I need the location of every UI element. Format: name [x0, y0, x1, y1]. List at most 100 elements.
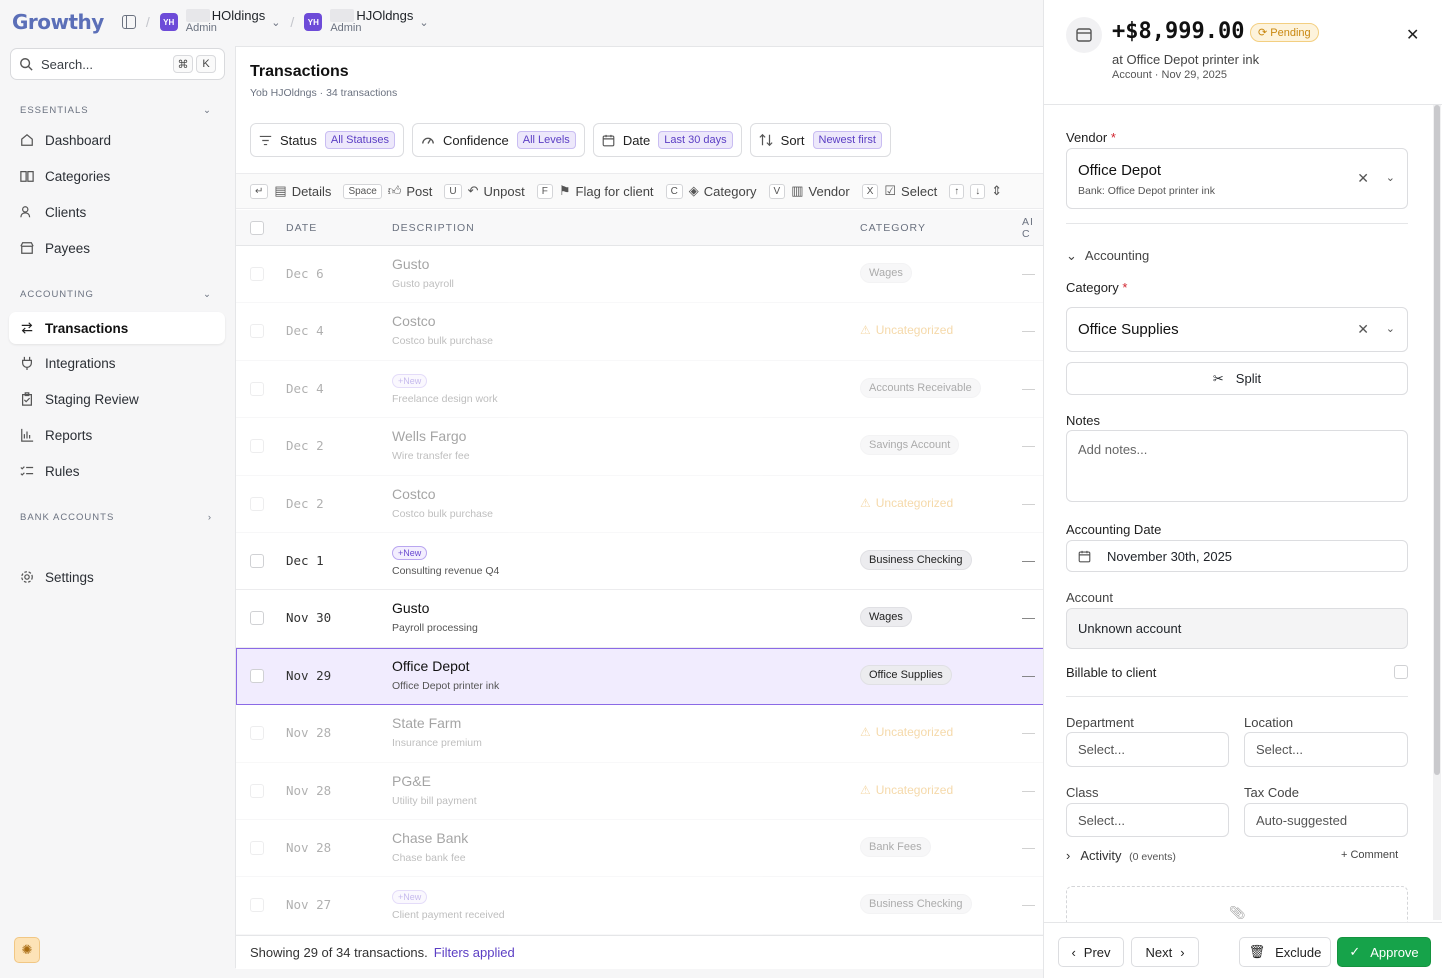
column-date[interactable]: DATE: [286, 222, 317, 234]
class-select[interactable]: Select...: [1066, 803, 1229, 837]
sidebar-item-staging-review[interactable]: Staging Review: [9, 383, 225, 415]
panel-scrollbar[interactable]: [1433, 105, 1441, 920]
row-checkbox[interactable]: [250, 783, 264, 798]
clear-icon[interactable]: ✕: [1357, 321, 1369, 338]
sidebar-item-settings[interactable]: Settings: [9, 561, 225, 593]
table-row[interactable]: Nov 28 State Farm Insurance premium ⚠ Uncate…: [236, 705, 1044, 763]
table-row[interactable]: Dec 2 Wells Fargo Wire transfer fee Savings…: [236, 418, 1044, 476]
table-row[interactable]: Nov 29 Office Depot Office Depot printer i…: [236, 647, 1044, 706]
row-category[interactable]: ⚠ Uncategorized: [860, 493, 953, 510]
sidebar-toggle-icon[interactable]: [121, 15, 136, 29]
sidebar-item-clients[interactable]: Clients: [9, 196, 225, 228]
department-select[interactable]: Select...: [1066, 732, 1229, 767]
table-row[interactable]: Dec 2 Costco Costco bulk purchase ⚠ Uncatego…: [236, 476, 1044, 533]
action-details[interactable]: ↵ ▤ Details: [250, 183, 331, 199]
row-checkbox[interactable]: [250, 496, 264, 511]
row-checkbox[interactable]: [250, 439, 264, 454]
clear-icon[interactable]: ✕: [1357, 170, 1369, 187]
split-button[interactable]: ✂ Split: [1066, 362, 1408, 395]
close-icon[interactable]: ✕: [1406, 25, 1419, 45]
category-select[interactable]: Office Supplies ✕ ⌄: [1066, 307, 1408, 352]
sidebar-item-dashboard[interactable]: Dashboard: [9, 124, 225, 156]
column-ai-confidence[interactable]: AI C: [1022, 216, 1044, 240]
select-all-checkbox[interactable]: [250, 221, 264, 235]
section-essentials[interactable]: ESSENTIALS ⌄: [0, 102, 234, 118]
row-checkbox[interactable]: [250, 726, 264, 741]
row-category[interactable]: Wages: [860, 263, 912, 283]
filter-confidence[interactable]: Confidence All Levels: [411, 123, 585, 157]
row-checkbox[interactable]: [250, 267, 264, 281]
row-category[interactable]: Wages: [860, 607, 912, 628]
table-row[interactable]: Dec 4 Costco Costco bulk purchase ⚠ Uncatego…: [236, 303, 1044, 361]
row-category[interactable]: ⚠ Uncategorized: [860, 320, 953, 337]
table-row[interactable]: Dec 1 +New Consulting revenue Q4 Business C…: [236, 533, 1044, 591]
org-switcher-2[interactable]: YH HJOldngs Admin ⌄: [304, 9, 429, 35]
row-category[interactable]: Savings Account: [860, 435, 960, 456]
tax-code-select[interactable]: Auto-suggested: [1244, 803, 1408, 837]
sidebar-item-transactions[interactable]: Transactions: [9, 312, 225, 344]
action-vendor[interactable]: V ▥ Vendor: [768, 183, 850, 199]
add-comment-button[interactable]: + Comment: [1341, 849, 1398, 861]
row-checkbox[interactable]: [250, 381, 264, 396]
row-checkbox[interactable]: [250, 324, 264, 339]
sidebar-item-integrations[interactable]: Integrations: [9, 347, 225, 379]
column-category[interactable]: CATEGORY: [860, 222, 926, 234]
org-switcher-1[interactable]: YH HOldings Admin ⌄: [159, 8, 280, 35]
vendor-select[interactable]: Office Depot Bank: Office Depot printer …: [1066, 148, 1408, 209]
billable-checkbox[interactable]: [1394, 665, 1408, 679]
table-row[interactable]: Dec 6 Gusto Gusto payroll Wages —: [236, 246, 1044, 304]
row-category[interactable]: Office Supplies: [860, 664, 952, 685]
table-row[interactable]: Dec 4 +New Freelance design work Accounts R…: [236, 361, 1044, 419]
row-checkbox[interactable]: [250, 553, 264, 568]
section-accounting[interactable]: ACCOUNTING ⌄: [0, 286, 234, 302]
row-checkbox[interactable]: [250, 840, 264, 855]
row-category[interactable]: ⚠ Uncategorized: [860, 780, 953, 797]
search-input[interactable]: Search... ⌘ K: [10, 48, 225, 80]
filter-date[interactable]: Date Last 30 days: [592, 123, 742, 157]
action-post[interactable]: Space 👍︎ Post: [343, 183, 432, 199]
accounting-section-toggle[interactable]: ⌄ Accounting: [1066, 248, 1149, 264]
table-row[interactable]: Nov 30 Gusto Payroll processing Wages —: [236, 590, 1044, 648]
attachment-dropzone[interactable]: 📎︎: [1066, 886, 1408, 926]
row-category[interactable]: Business Checking: [860, 549, 972, 570]
org-name: HOldings: [211, 8, 266, 23]
filters-applied-link[interactable]: Filters applied: [434, 945, 515, 960]
notes-field[interactable]: Add notes...: [1066, 430, 1408, 502]
next-button[interactable]: Next ›: [1131, 937, 1199, 967]
filter-sort[interactable]: Sort Newest first: [749, 123, 891, 157]
exclude-button[interactable]: 🗑︎ Exclude: [1239, 937, 1331, 967]
action-flag[interactable]: F ⚑ Flag for client: [536, 183, 654, 199]
app-logo[interactable]: Growthy: [12, 10, 104, 34]
row-category[interactable]: Bank Fees: [860, 836, 931, 857]
approve-button[interactable]: ✓ Approve: [1337, 937, 1431, 967]
table-row[interactable]: Nov 28 PG&E Utility bill payment ⚠ Uncategor…: [236, 763, 1044, 820]
row-category[interactable]: Accounts Receivable: [860, 377, 981, 398]
row-checkbox[interactable]: [250, 611, 264, 626]
sidebar-item-reports[interactable]: Reports: [9, 419, 225, 451]
row-checkbox[interactable]: [250, 668, 264, 683]
accounting-date-picker[interactable]: November 30th, 2025: [1066, 540, 1408, 572]
action-select[interactable]: X ☑ Select: [861, 183, 937, 199]
action-category[interactable]: C ◈ Category: [665, 183, 757, 199]
prev-button[interactable]: ‹ Prev: [1058, 937, 1124, 967]
sidebar-item-categories[interactable]: Categories: [9, 160, 225, 192]
column-description[interactable]: DESCRIPTION: [392, 222, 475, 234]
chevron-down-icon[interactable]: ⌄: [1386, 322, 1395, 335]
section-bank-accounts[interactable]: BANK ACCOUNTS ›: [0, 509, 234, 525]
row-category[interactable]: Business Checking: [860, 894, 972, 915]
sidebar-item-rules[interactable]: Rules: [9, 455, 225, 487]
action-unpost[interactable]: U ↶ Unpost: [444, 183, 525, 199]
arrow-down-icon[interactable]: ↓: [970, 183, 986, 199]
arrow-up-icon[interactable]: ↑: [949, 183, 965, 199]
filter-status[interactable]: Status All Statuses: [250, 123, 404, 157]
updown-icon[interactable]: ⇕: [991, 183, 1002, 199]
row-category[interactable]: ⚠ Uncategorized: [860, 722, 953, 739]
table-row[interactable]: Nov 27 +New Client payment received Busines…: [236, 877, 1044, 935]
row-checkbox[interactable]: [250, 898, 264, 913]
location-select[interactable]: Select...: [1244, 732, 1408, 767]
sidebar-item-payees[interactable]: Payees: [9, 232, 225, 264]
activity-toggle[interactable]: › Activity (0 events): [1066, 848, 1176, 863]
table-row[interactable]: Nov 28 Chase Bank Chase bank fee Bank Fees —: [236, 820, 1044, 878]
bug-icon[interactable]: ✺: [14, 937, 40, 963]
chevron-down-icon[interactable]: ⌄: [1386, 171, 1395, 184]
